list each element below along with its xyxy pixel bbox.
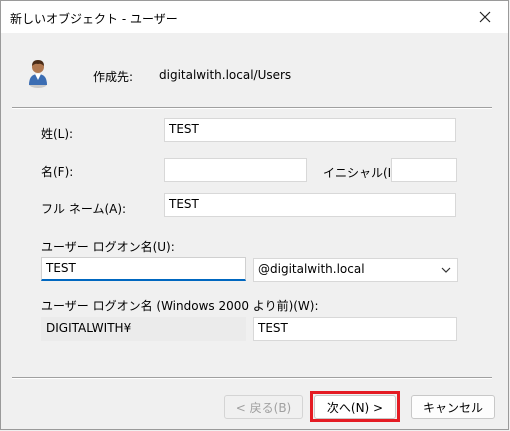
last-name-label: 姓(L):: [41, 127, 74, 141]
pre2000-domain-field: DIGITALWITH¥: [41, 317, 246, 341]
separator-bottom: [12, 377, 492, 379]
last-name-field[interactable]: TEST: [164, 118, 456, 142]
pre2000-logon-label: ユーザー ログオン名 (Windows 2000 より前)(W):: [41, 299, 319, 313]
title-bar: 新しいオブジェクト - ユーザー: [1, 1, 508, 33]
first-name-field[interactable]: [164, 158, 307, 182]
domain-selected-value: @digitalwith.local: [258, 262, 365, 276]
initials-field[interactable]: [391, 158, 457, 182]
logon-name-field[interactable]: TEST: [41, 257, 246, 281]
close-button[interactable]: [462, 1, 508, 33]
user-icon: [29, 60, 47, 88]
destination-label: 作成先:: [93, 70, 134, 84]
back-button[interactable]: < 戻る(B): [224, 395, 303, 419]
close-icon: [479, 11, 491, 23]
separator-top: [12, 107, 492, 109]
next-button-highlight: [310, 391, 400, 422]
full-name-field[interactable]: TEST: [164, 193, 456, 217]
chevron-down-icon: [441, 267, 451, 273]
destination-value: digitalwith.local/Users: [159, 68, 292, 82]
dialog-title: 新しいオブジェクト - ユーザー: [10, 12, 178, 26]
logon-name-label: ユーザー ログオン名(U):: [41, 240, 175, 254]
pre2000-logon-field[interactable]: TEST: [253, 317, 457, 341]
cancel-button[interactable]: キャンセル: [411, 395, 495, 419]
full-name-label: フル ネーム(A):: [41, 202, 127, 216]
first-name-label: 名(F):: [41, 165, 74, 179]
initials-label: イニシャル(I):: [323, 166, 400, 180]
new-user-dialog: 新しいオブジェクト - ユーザー 作成先: digitalwith.local/…: [0, 0, 509, 430]
domain-select[interactable]: @digitalwith.local: [253, 258, 458, 282]
